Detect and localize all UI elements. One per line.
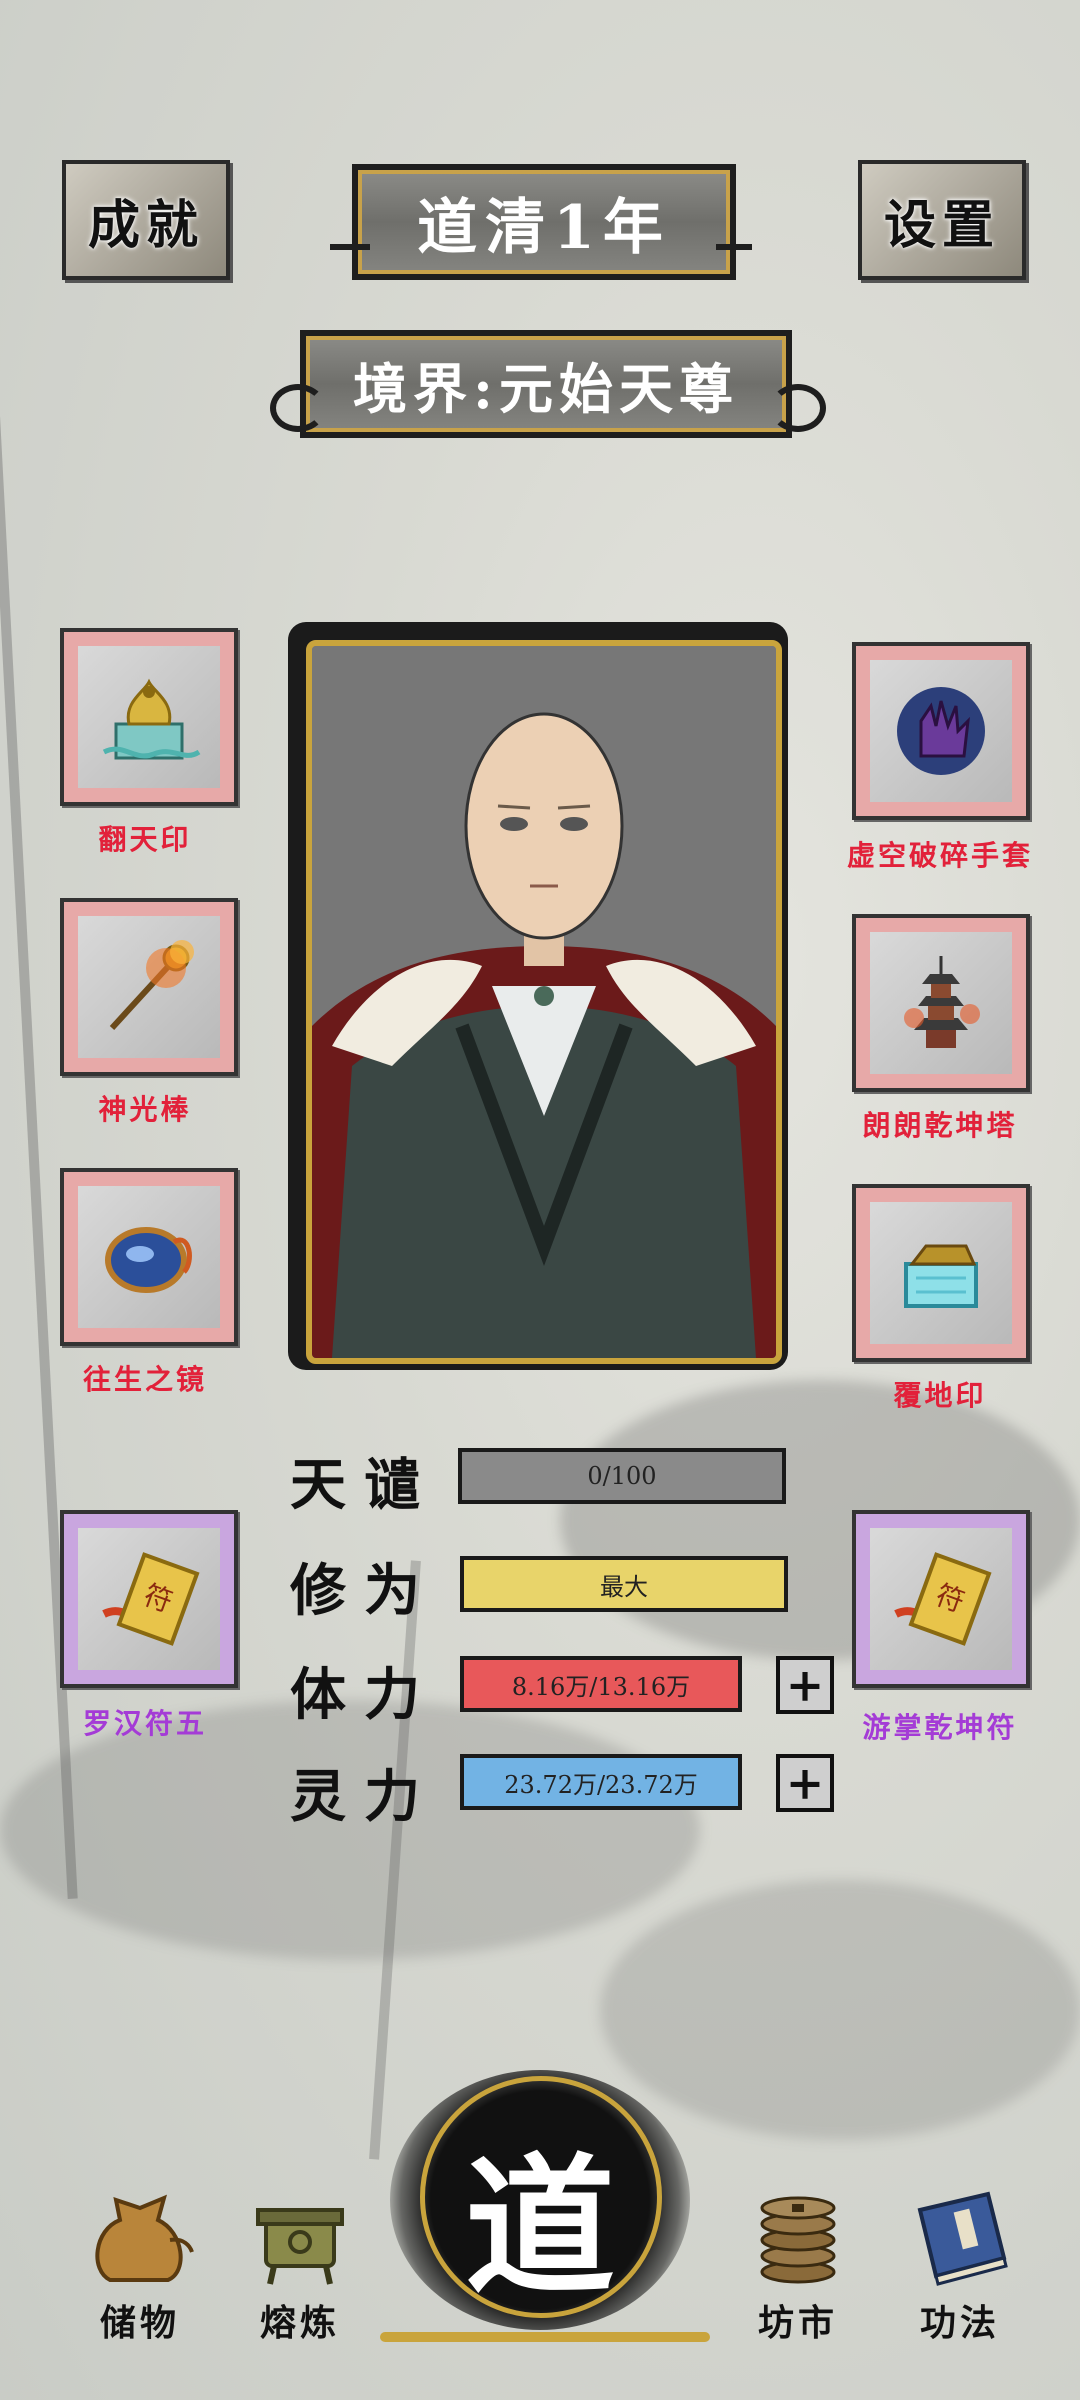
cultivation-bar: 最大 <box>460 1556 788 1612</box>
plaque-cloud-right <box>770 384 826 432</box>
equipment-slot-right-3[interactable] <box>852 1184 1030 1362</box>
stamina-label: 体力 <box>290 1662 438 1728</box>
plaque-cloud-left <box>270 384 326 432</box>
gold-underline <box>380 2332 710 2342</box>
year-title-plaque: 道清1年 <box>352 164 736 280</box>
cultivation-value: 最大 <box>600 1572 648 1601</box>
tribulation-label: 天谴 <box>290 1452 438 1518</box>
coins-icon <box>718 2180 878 2294</box>
settings-button[interactable]: 设置 <box>858 160 1026 280</box>
character-portrait-frame[interactable] <box>288 622 788 1370</box>
achievements-label: 成就 <box>87 194 204 256</box>
fire-staff-icon <box>78 916 220 1058</box>
pagoda-icon <box>870 932 1012 1074</box>
talisman-icon: 符 <box>78 1528 220 1670</box>
cauldron-icon <box>220 2180 380 2294</box>
talisman-label-right: 游掌乾坤符 <box>862 1711 1018 1744</box>
settings-label: 设置 <box>883 194 1000 256</box>
nav-market-label: 坊市 <box>757 2302 838 2344</box>
spirit-label: 灵力 <box>290 1764 438 1830</box>
year-title: 道清1年 <box>417 192 671 263</box>
achievements-button[interactable]: 成就 <box>62 160 230 280</box>
talisman-slot-right[interactable]: 符 <box>852 1510 1030 1688</box>
spirit-value: 23.72万/23.72万 <box>504 1770 698 1799</box>
equipment-slot-left-1[interactable] <box>60 628 238 806</box>
spirit-bar: 23.72万/23.72万 <box>460 1754 742 1810</box>
equipment-label-right-3: 覆地印 <box>893 1379 987 1412</box>
nav-storage-label: 储物 <box>99 2302 180 2344</box>
realm-title-plaque: 境界:元始天尊 <box>300 330 792 438</box>
spirit-plus-button[interactable]: + <box>776 1754 834 1812</box>
tribulation-value: 0/100 <box>587 1462 657 1490</box>
stamina-bar: 8.16万/13.16万 <box>460 1656 742 1712</box>
tribulation-bar: 0/100 <box>458 1448 786 1504</box>
equipment-label-left-2: 神光棒 <box>98 1093 192 1126</box>
glove-icon <box>870 660 1012 802</box>
talisman-slot-left[interactable]: 符 <box>60 1510 238 1688</box>
book-icon <box>880 2180 1040 2294</box>
equipment-slot-left-2[interactable] <box>60 898 238 1076</box>
character-portrait <box>306 640 782 1364</box>
talisman-label-left: 罗汉符五 <box>82 1707 207 1740</box>
stamina-value: 8.16万/13.16万 <box>511 1672 691 1701</box>
plaque-bar-left <box>330 244 370 250</box>
nav-market[interactable]: 坊市 <box>718 2180 878 2346</box>
nav-skills[interactable]: 功法 <box>880 2180 1040 2346</box>
dao-character: 道 <box>464 2139 615 2315</box>
equipment-slot-left-3[interactable] <box>60 1168 238 1346</box>
earth-seal-icon <box>870 1202 1012 1344</box>
nav-refine-label: 熔炼 <box>259 2302 340 2344</box>
equipment-slot-right-2[interactable] <box>852 914 1030 1092</box>
mirror-icon <box>78 1186 220 1328</box>
nav-center-dao-button[interactable]: 道 <box>380 2060 710 2360</box>
nav-refine[interactable]: 熔炼 <box>220 2180 380 2346</box>
realm-title: 境界:元始天尊 <box>353 356 739 421</box>
equipment-label-left-3: 往生之镜 <box>82 1363 207 1396</box>
equipment-label-left-1: 翻天印 <box>98 823 192 856</box>
nav-skills-label: 功法 <box>919 2302 1000 2344</box>
equipment-slot-right-1[interactable] <box>852 642 1030 820</box>
nav-storage[interactable]: 储物 <box>60 2180 220 2346</box>
equipment-label-right-1: 虚空破碎手套 <box>846 839 1033 872</box>
plaque-bar-right <box>716 244 752 250</box>
cultivation-label: 修为 <box>290 1558 438 1624</box>
equipment-label-right-2: 朗朗乾坤塔 <box>862 1109 1018 1142</box>
bag-icon <box>60 2180 220 2294</box>
dragon-seal-icon <box>78 646 220 788</box>
talisman-icon: 符 <box>870 1528 1012 1670</box>
